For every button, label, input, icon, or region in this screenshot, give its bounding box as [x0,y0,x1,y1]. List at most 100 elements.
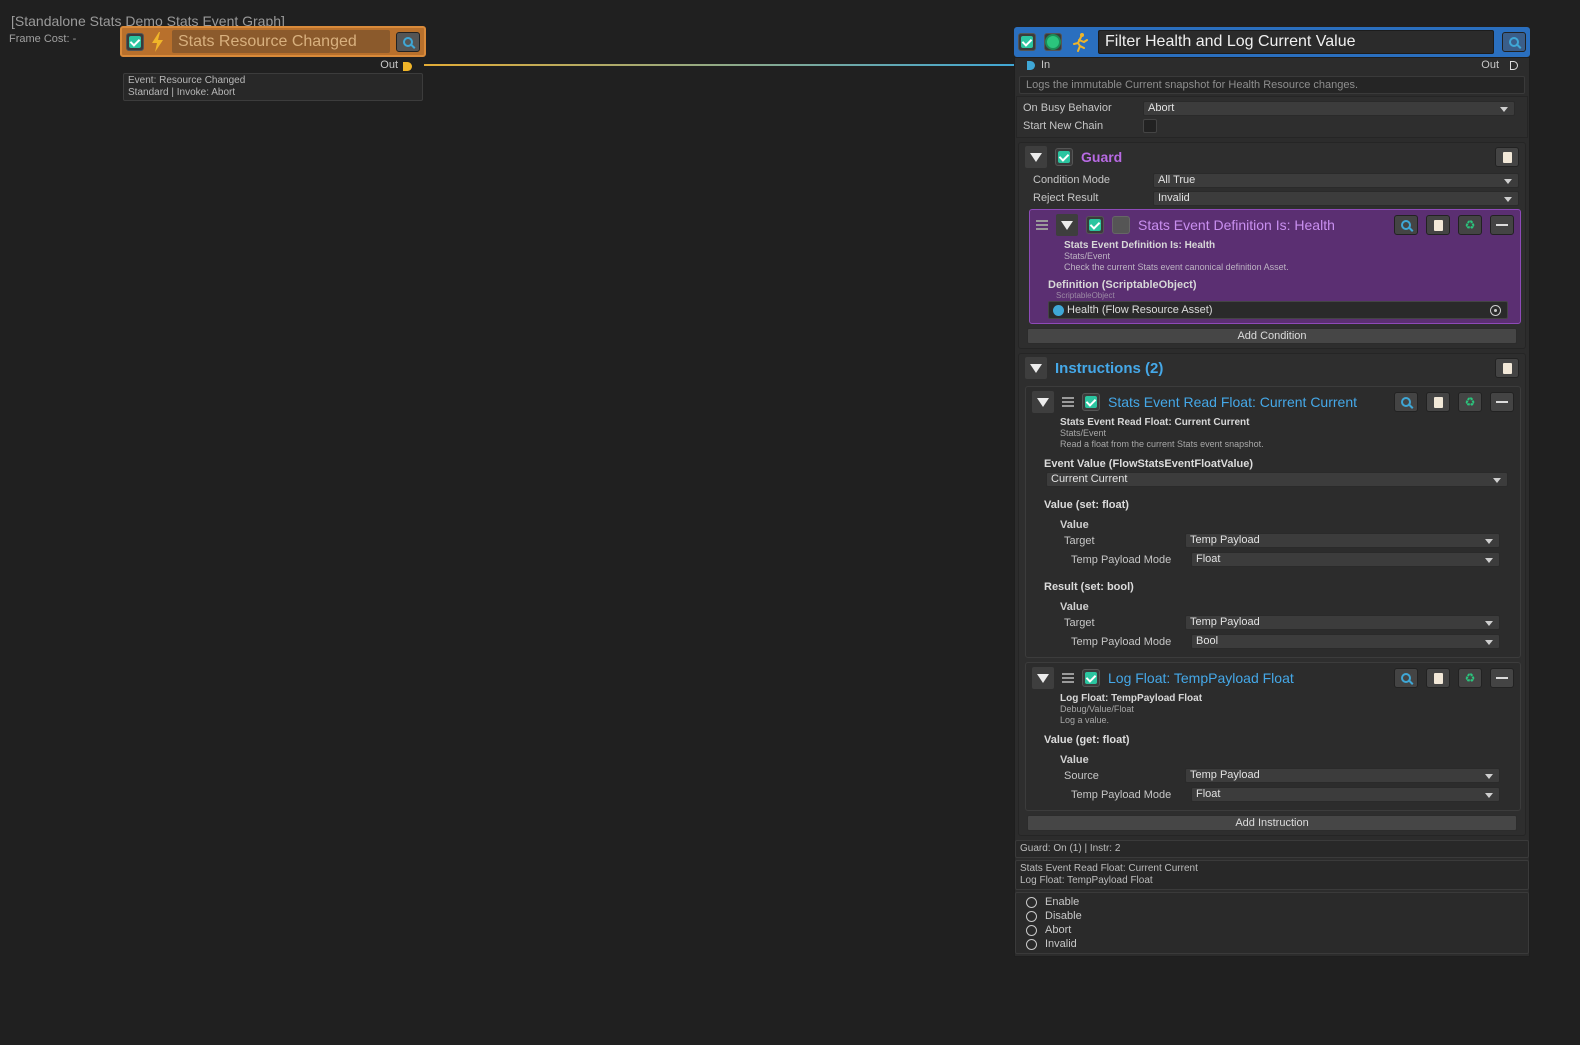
on-busy-dropdown[interactable]: Abort [1143,100,1515,116]
drag-handle-icon[interactable] [1062,673,1074,683]
start-chain-label: Start New Chain [1023,120,1104,132]
description-field[interactable]: Logs the immutable Current snapshot for … [1019,76,1525,94]
event-title-field[interactable]: Stats Resource Changed [172,30,390,53]
condition-copy-button[interactable] [1426,215,1450,235]
condition-fold-toggle[interactable] [1056,214,1078,236]
event-out-port[interactable] [403,62,412,71]
add-instruction-button[interactable]: Add Instruction [1027,815,1517,831]
condition-recycle-button[interactable]: ♻ [1458,215,1482,235]
event-node[interactable]: Stats Resource Changed Out Event: Resour… [120,26,426,101]
action-title-field[interactable]: Filter Health and Log Current Value [1098,30,1494,54]
log-float-remove-button[interactable] [1490,668,1514,688]
instructions-title: Instructions (2) [1055,359,1164,377]
payload-mode-label: Temp Payload Mode [1071,553,1172,566]
event-info-line1: Event: Resource Changed [128,75,246,86]
action-node[interactable]: Filter Health and Log Current Value In O… [1014,27,1530,957]
radio-label: Abort [1045,924,1072,936]
action-search-button[interactable] [1502,32,1526,52]
checkbox-icon [1085,672,1097,684]
log-payload-mode-dropdown[interactable]: Float [1191,787,1500,802]
read-float-enabled-checkbox[interactable] [1082,393,1100,411]
target-dropdown[interactable]: Temp Payload [1185,533,1500,548]
copy-icon [1502,151,1512,163]
radio-icon [1026,910,1037,922]
search-icon [1401,673,1411,683]
radio-icon [1026,938,1037,950]
start-chain-checkbox[interactable] [1143,119,1157,133]
result-value-label: Value [1060,601,1089,613]
in-port[interactable] [1027,61,1035,70]
state-radio-list: Enable Disable Abort Invalid [1015,892,1529,954]
log-float-copy-button[interactable] [1426,668,1450,688]
guard-copy-button[interactable] [1495,147,1519,167]
search-icon [1509,37,1519,47]
node-enabled-checkbox[interactable] [1018,33,1036,51]
condition-card: Stats Event Definition Is: Health ♻ Stat… [1029,209,1521,324]
add-condition-button[interactable]: Add Condition [1027,328,1517,344]
definition-field-title: Definition (ScriptableObject) [1048,279,1197,291]
on-busy-label: On Busy Behavior [1023,102,1112,114]
instructions-fold-toggle[interactable] [1025,357,1047,379]
lightning-icon [152,31,163,52]
summary-box: Guard: On (1) | Instr: 2 [1015,840,1529,858]
log-float-meta-path: Debug/Value/Float [1060,704,1134,714]
event-info-line2: Standard | Invoke: Abort [128,87,236,98]
condition-enabled-checkbox[interactable] [1086,216,1104,234]
payload-mode-dropdown[interactable]: Float [1191,552,1500,567]
condition-remove-button[interactable] [1490,215,1514,235]
guard-title: Guard [1081,149,1123,165]
log-float-title: Log Float: TempPayload Float [1108,670,1294,686]
read-float-remove-button[interactable] [1490,392,1514,412]
radio-abort[interactable]: Abort [1026,923,1518,937]
reject-result-dropdown[interactable]: Invalid [1153,190,1519,206]
recycle-icon: ♻ [1464,218,1476,232]
running-figure-icon [1073,33,1088,52]
connection-wire[interactable] [424,64,1018,66]
read-float-meta-title: Stats Event Read Float: Current Current [1060,417,1250,428]
instruction-list-item: Log Float: TempPayload Float [1020,875,1153,886]
result-target-dropdown[interactable]: Temp Payload [1185,615,1500,630]
read-float-fold-toggle[interactable] [1032,391,1054,413]
node-status-button[interactable] [1044,33,1062,51]
event-node-header[interactable]: Stats Resource Changed [120,26,426,57]
event-enabled-checkbox[interactable] [126,32,144,51]
out-port[interactable] [1510,61,1518,70]
instructions-copy-button[interactable] [1495,358,1519,378]
read-float-meta-desc: Read a float from the current Stats even… [1060,439,1264,449]
action-node-header[interactable]: Filter Health and Log Current Value [1014,27,1530,57]
log-float-fold-toggle[interactable] [1032,667,1054,689]
read-float-recycle-button[interactable]: ♻ [1458,392,1482,412]
value-label: Value [1060,519,1089,531]
guard-enabled-checkbox[interactable] [1055,148,1073,166]
instruction-list-box: Stats Event Read Float: Current Current … [1015,860,1529,890]
definition-object-field[interactable]: Health (Flow Resource Asset) [1048,301,1508,319]
log-float-enabled-checkbox[interactable] [1082,669,1100,687]
copy-icon [1433,219,1443,231]
radio-disable[interactable]: Disable [1026,909,1518,923]
event-value-dropdown[interactable]: Current Current [1046,472,1508,487]
log-float-recycle-button[interactable]: ♻ [1458,668,1482,688]
read-float-copy-button[interactable] [1426,392,1450,412]
read-float-search-button[interactable] [1394,392,1418,412]
condition-mode-label: Condition Mode [1033,174,1111,186]
definition-object-value: Health (Flow Resource Asset) [1067,304,1213,316]
target-icon[interactable] [1490,304,1501,316]
radio-enable[interactable]: Enable [1026,895,1518,909]
drag-handle-icon[interactable] [1062,397,1074,407]
condition-title: Stats Event Definition Is: Health [1138,217,1335,233]
source-dropdown[interactable]: Temp Payload [1185,768,1500,783]
result-target-label: Target [1064,616,1095,629]
target-label: Target [1064,534,1095,547]
log-float-search-button[interactable] [1394,668,1418,688]
radio-invalid[interactable]: Invalid [1026,937,1518,951]
condition-invert-checkbox[interactable] [1112,216,1130,234]
log-float-meta-desc: Log a value. [1060,715,1110,725]
event-search-button[interactable] [396,31,420,52]
condition-search-button[interactable] [1394,215,1418,235]
drag-handle-icon[interactable] [1036,220,1048,230]
definition-field-type: ScriptableObject [1056,291,1115,300]
guard-fold-toggle[interactable] [1025,146,1047,168]
condition-mode-dropdown[interactable]: All True [1153,172,1519,188]
frame-cost: Frame Cost: - [9,33,77,45]
result-mode-dropdown[interactable]: Bool [1191,634,1500,649]
